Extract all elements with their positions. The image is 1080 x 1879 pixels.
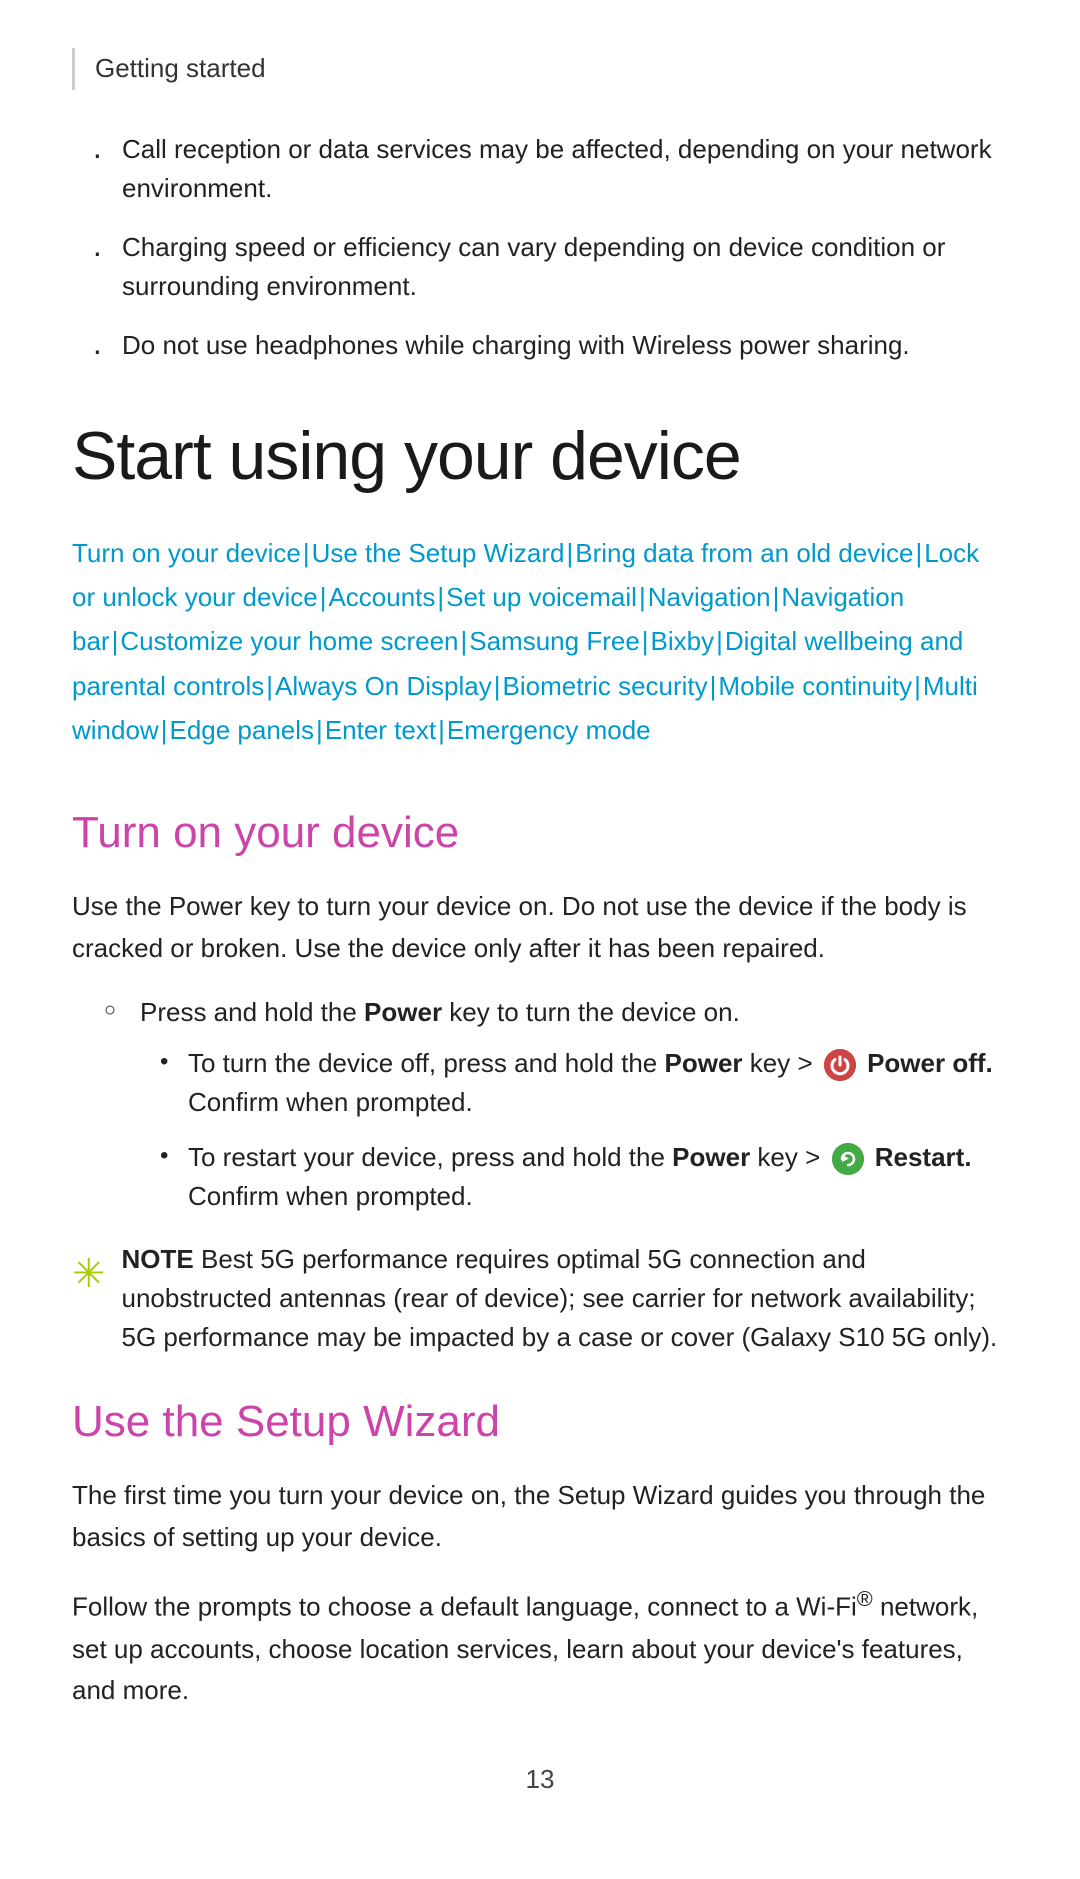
restart-icon	[832, 1143, 864, 1175]
power-off-text-before: To turn the device off, press and hold t…	[188, 1048, 665, 1078]
toc-link-bixby[interactable]: Bixby	[651, 626, 715, 656]
restart-label: Restart.	[868, 1142, 972, 1172]
toc-link-always-on[interactable]: Always On Display	[275, 671, 492, 701]
note-label: NOTE	[122, 1244, 194, 1274]
power-off-icon	[824, 1049, 856, 1081]
page-number: 13	[72, 1760, 1008, 1799]
setup-wizard-text-2: Follow the prompts to choose a default l…	[72, 1582, 1008, 1711]
intro-bullet-1: Call reception or data services may be a…	[92, 130, 1008, 208]
press-hold-text-before: Press and hold the	[140, 997, 364, 1027]
toc-link-biometric[interactable]: Biometric security	[503, 671, 708, 701]
toc-link-voicemail[interactable]: Set up voicemail	[446, 582, 637, 612]
section-heading-turn-on: Turn on your device	[72, 800, 1008, 866]
circle-bullet-press-hold: Press and hold the Power key to turn the…	[104, 993, 1008, 1216]
page-container: Getting started Call reception or data s…	[0, 0, 1080, 1879]
note-icon-symbol: ✳	[72, 1251, 106, 1296]
sub-bullet-list: To turn the device off, press and hold t…	[140, 1044, 1008, 1216]
page-header: Getting started	[72, 48, 1008, 90]
power-off-confirm: Confirm when prompted.	[188, 1087, 473, 1117]
toc-link-accounts[interactable]: Accounts	[328, 582, 435, 612]
turn-on-body-text: Use the Power key to turn your device on…	[72, 886, 1008, 969]
toc-link-enter-text[interactable]: Enter text	[325, 715, 436, 745]
setup-wizard-text-1: The first time you turn your device on, …	[72, 1475, 1008, 1558]
toc-link-edge-panels[interactable]: Edge panels	[169, 715, 314, 745]
restart-text-before: To restart your device, press and hold t…	[188, 1142, 672, 1172]
sub-bullet-restart: To restart your device, press and hold t…	[160, 1138, 1008, 1216]
intro-bullet-list: Call reception or data services may be a…	[72, 130, 1008, 365]
intro-bullet-3: Do not use headphones while charging wit…	[92, 326, 1008, 365]
power-off-bold: Power	[665, 1048, 743, 1078]
intro-bullet-2: Charging speed or efficiency can vary de…	[92, 228, 1008, 306]
note-block: ✳ NOTE Best 5G performance requires opti…	[72, 1240, 1008, 1357]
toc-link-home-screen[interactable]: Customize your home screen	[120, 626, 458, 656]
main-title: Start using your device	[72, 405, 1008, 507]
page-header-text: Getting started	[95, 53, 266, 83]
toc-link-setup-wizard[interactable]: Use the Setup Wizard	[312, 538, 565, 568]
toc-link-mobile-continuity[interactable]: Mobile continuity	[718, 671, 912, 701]
power-off-text-mid: key >	[743, 1048, 820, 1078]
turn-on-circle-list: Press and hold the Power key to turn the…	[72, 993, 1008, 1216]
toc-links: Turn on your device|Use the Setup Wizard…	[72, 531, 1008, 752]
press-hold-text-after: key to turn the device on.	[442, 997, 740, 1027]
restart-bold: Power	[672, 1142, 750, 1172]
power-off-label: Power off.	[860, 1048, 993, 1078]
toc-link-bring-data[interactable]: Bring data from an old device	[575, 538, 913, 568]
toc-link-emergency-mode[interactable]: Emergency mode	[447, 715, 651, 745]
toc-link-samsung-free[interactable]: Samsung Free	[469, 626, 640, 656]
toc-link-turn-on[interactable]: Turn on your device	[72, 538, 301, 568]
note-text: NOTE Best 5G performance requires optima…	[122, 1240, 1008, 1357]
toc-link-navigation[interactable]: Navigation	[648, 582, 771, 612]
section-heading-setup-wizard: Use the Setup Wizard	[72, 1389, 1008, 1455]
note-body: Best 5G performance requires optimal 5G …	[122, 1244, 998, 1352]
note-icon: ✳	[72, 1244, 106, 1304]
press-hold-bold: Power	[364, 997, 442, 1027]
sub-bullet-power-off: To turn the device off, press and hold t…	[160, 1044, 1008, 1122]
restart-text-mid: key >	[750, 1142, 827, 1172]
restart-confirm: Confirm when prompted.	[188, 1181, 473, 1211]
